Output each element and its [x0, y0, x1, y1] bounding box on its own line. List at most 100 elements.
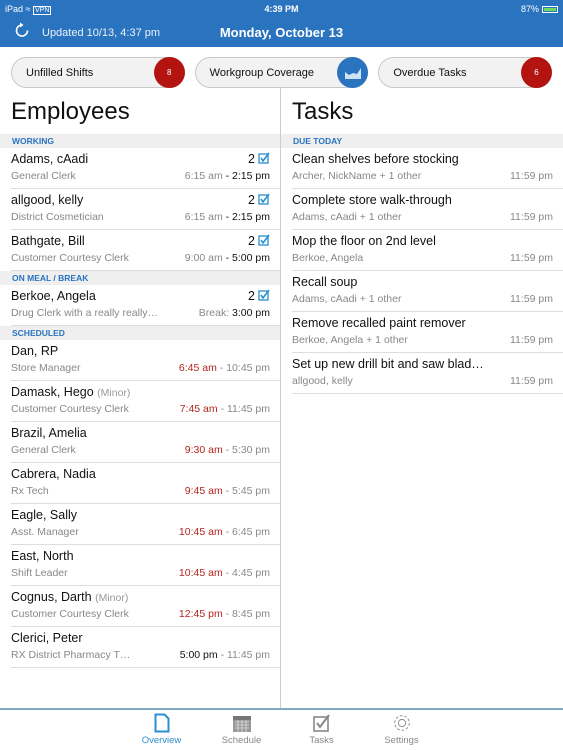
shift-start: 9:00 am [184, 252, 223, 264]
shift-separator: - [222, 252, 233, 264]
task-row[interactable]: Complete store walk-through Adams, cAadi … [281, 189, 563, 230]
employee-name: East, North [11, 549, 74, 563]
row-line: District Cosmetician 6:15 am - 2:15 pm [11, 211, 270, 223]
row-line: Remove recalled paint remover [292, 316, 553, 333]
employee-name-wrap: Bathgate, Bill [11, 234, 85, 251]
task-assignee: allgood, kelly [292, 375, 353, 387]
task-title: Remove recalled paint remover [292, 316, 466, 330]
tab-settings[interactable]: Settings [376, 710, 428, 750]
row-line: Asst. Manager 10:45 am - 6:45 pm [11, 526, 270, 538]
employee-row[interactable]: Clerici, Peter RX District Pharmacy T… 5:0… [0, 627, 280, 668]
task-title: Recall soup [292, 275, 358, 289]
workgroup-coverage-button[interactable]: Workgroup Coverage [194, 57, 369, 88]
row-line: Archer, NickName + 1 other 11:59 pm [292, 170, 553, 182]
employee-role: Customer Courtesy Clerk [11, 403, 129, 415]
employee-name: Eagle, Sally [11, 508, 78, 522]
employee-row[interactable]: Damask, Hego (Minor) Customer Courtesy Cl… [0, 381, 280, 422]
refresh-button[interactable] [14, 22, 30, 43]
row-line: allgood, kelly 2 [11, 193, 270, 210]
unfilled-shifts-button[interactable]: Unfilled Shifts 8 [11, 57, 185, 88]
employee-row[interactable]: East, North Shift Leader 10:45 am - 4:45 p… [0, 545, 280, 586]
tab-label: Schedule [221, 735, 262, 746]
shift-start: 5:00 pm [179, 649, 218, 661]
tab-overview[interactable]: Overview [136, 710, 188, 750]
employee-name-wrap: allgood, kelly [11, 193, 83, 210]
employee-row[interactable]: Brazil, Amelia General Clerk 9:30 am - 5:3… [0, 422, 280, 463]
shift-start: Break: [198, 307, 230, 319]
employee-row[interactable]: Bathgate, Bill 2 Customer Courtesy Clerk 9:… [0, 230, 280, 271]
shift-start: 7:45 am [179, 403, 218, 415]
task-title: Mop the floor on 2nd level [292, 234, 436, 248]
shift-end: 11:45 pm [227, 403, 270, 415]
row-line: Customer Courtesy Clerk 7:45 am - 11:45 p… [11, 403, 270, 415]
employee-name-wrap: Adams, cAadi [11, 152, 88, 169]
row-line: Customer Courtesy Clerk 9:00 am - 5:00 pm [11, 252, 270, 264]
employee-name-wrap: Eagle, Sally [11, 508, 77, 525]
task-due: 11:59 pm [510, 334, 553, 346]
task-list[interactable]: DUE TODAY Clean shelves before stocking Ar… [281, 134, 563, 394]
employee-row[interactable]: Berkoe, Angela 2 Drug Clerk with a really … [0, 285, 280, 326]
row-line: General Clerk 9:30 am - 5:30 pm [11, 444, 270, 456]
task-row[interactable]: Clean shelves before stocking Archer, Nic… [281, 148, 563, 189]
task-count-wrap: 2 [248, 234, 270, 251]
overdue-tasks-button[interactable]: Overdue Tasks 6 [378, 57, 553, 88]
shift-end: 2:15 pm [232, 170, 270, 182]
employee-name-wrap: Brazil, Amelia [11, 426, 87, 443]
employee-list[interactable]: WORKING Adams, cAadi 2 General Clerk 6:15 am… [0, 134, 280, 668]
employee-row[interactable]: allgood, kelly 2 District Cosmetician 6:15 … [0, 189, 280, 230]
employee-role: District Cosmetician [11, 211, 104, 223]
task-count-wrap: 2 [248, 289, 270, 306]
row-line: Shift Leader 10:45 am - 4:45 pm [11, 567, 270, 579]
employee-row[interactable]: Eagle, Sally Asst. Manager 10:45 am - 6:45… [0, 504, 280, 545]
row-line: Cognus, Darth (Minor) [11, 590, 270, 607]
shift-end: 2:15 pm [232, 211, 270, 223]
employee-name-wrap: East, North [11, 549, 74, 566]
row-line: Brazil, Amelia [11, 426, 270, 443]
employees-title: Employees [11, 98, 130, 125]
employee-row[interactable]: Dan, RP Store Manager 6:45 am - 10:45 pm [0, 340, 280, 381]
tab-schedule[interactable]: Schedule [216, 710, 268, 750]
battery-icon [542, 6, 558, 14]
clock: 4:39 PM [264, 4, 299, 14]
task-row[interactable]: Mop the floor on 2nd level Berkoe, Angela… [281, 230, 563, 271]
task-assignee: Adams, cAadi + 1 other [292, 293, 402, 305]
task-title: Complete store walk-through [292, 193, 452, 207]
task-row[interactable]: Set up new drill bit and saw blad… allgoo… [281, 353, 563, 394]
minor-label: (Minor) [95, 592, 129, 604]
employee-row[interactable]: Cognus, Darth (Minor) Customer Courtesy C… [0, 586, 280, 627]
employee-role: Asst. Manager [11, 526, 79, 538]
section-header: SCHEDULED [0, 326, 280, 340]
employee-name: Brazil, Amelia [11, 426, 87, 440]
task-count: 2 [248, 152, 255, 166]
shift-end: 5:30 pm [232, 444, 270, 456]
shift-separator: - [217, 649, 227, 661]
row-line: Set up new drill bit and saw blad… [292, 357, 553, 374]
shift-time: 9:45 am - 5:45 pm [185, 485, 270, 497]
tab-label: Settings [384, 735, 419, 746]
row-line: Berkoe, Angela + 1 other 11:59 pm [292, 334, 553, 346]
shift-time: Break: 3:00 pm [199, 307, 270, 319]
section-header: DUE TODAY [281, 134, 563, 148]
employee-row[interactable]: Adams, cAadi 2 General Clerk 6:15 am - 2:15… [0, 148, 280, 189]
shift-end: 11:45 pm [227, 649, 270, 661]
shift-separator: - [222, 526, 233, 538]
shift-separator: - [222, 444, 233, 456]
task-assignee: Berkoe, Angela [292, 252, 364, 264]
shift-time: 6:15 am - 2:15 pm [185, 211, 270, 223]
shift-start: 9:45 am [184, 485, 223, 497]
row-line: Bathgate, Bill 2 [11, 234, 270, 251]
row-line: Adams, cAadi 2 [11, 152, 270, 169]
tab-tasks[interactable]: Tasks [296, 710, 348, 750]
employee-name-wrap: Damask, Hego (Minor) [11, 385, 130, 402]
shift-time: 6:45 am - 10:45 pm [179, 362, 270, 374]
task-title: Clean shelves before stocking [292, 152, 459, 166]
employee-row[interactable]: Cabrera, Nadia Rx Tech 9:45 am - 5:45 pm [0, 463, 280, 504]
row-line: Customer Courtesy Clerk 12:45 pm - 8:45 p… [11, 608, 270, 620]
task-row[interactable]: Remove recalled paint remover Berkoe, Ang… [281, 312, 563, 353]
tab-label: Tasks [309, 735, 334, 746]
employee-role: Customer Courtesy Clerk [11, 608, 129, 620]
task-due: 11:59 pm [510, 211, 553, 223]
row-line: General Clerk 6:15 am - 2:15 pm [11, 170, 270, 182]
shift-separator: - [217, 403, 227, 415]
task-row[interactable]: Recall soup Adams, cAadi + 1 other 11:59 p… [281, 271, 563, 312]
